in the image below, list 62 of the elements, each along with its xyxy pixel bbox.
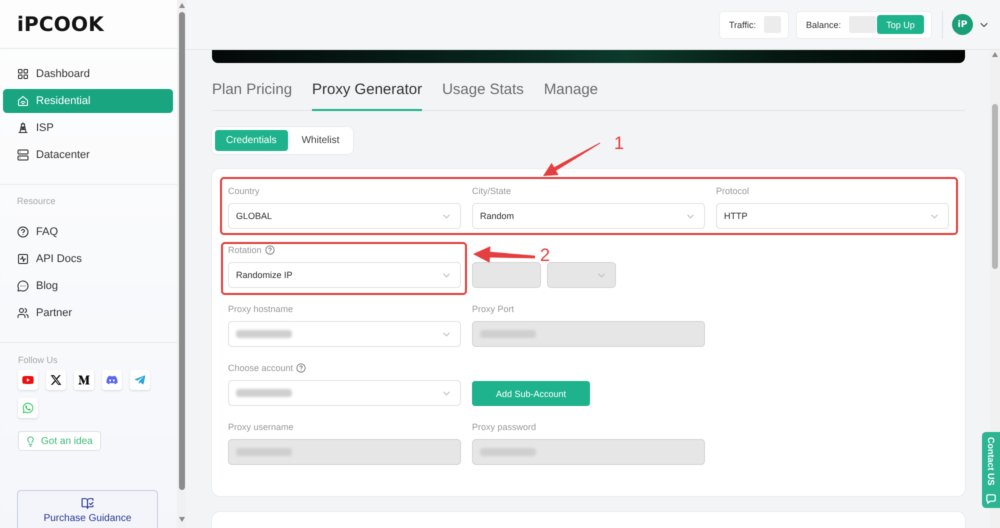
scroll-up-icon[interactable] xyxy=(992,52,998,57)
scroll-up-icon[interactable] xyxy=(178,3,184,8)
tab[interactable]: Usage Stats xyxy=(442,80,524,111)
balance-label: Balance: xyxy=(806,20,841,30)
tab[interactable]: Plan Pricing xyxy=(212,80,292,111)
tower-icon xyxy=(17,122,29,134)
grid-icon xyxy=(17,68,29,80)
scroll-down-icon[interactable] xyxy=(178,517,184,522)
field-label: Country xyxy=(228,185,260,197)
field-label: City/State xyxy=(472,185,512,197)
annotation-arrow xyxy=(473,246,535,263)
mode-tab[interactable]: Whitelist xyxy=(290,130,350,151)
field-label: Rotation xyxy=(228,244,262,256)
select-field[interactable]: HTTP xyxy=(716,203,949,229)
section-heading: Follow Us xyxy=(18,354,59,366)
youtube-icon[interactable] xyxy=(18,370,38,390)
select-field[interactable] xyxy=(228,380,461,406)
lightbulb-icon xyxy=(25,436,36,446)
blurred-value xyxy=(849,16,876,33)
help-icon[interactable] xyxy=(264,245,275,255)
chat-icon xyxy=(986,494,996,504)
select-field[interactable]: Random xyxy=(472,203,705,229)
users-icon xyxy=(17,307,29,319)
scrollbar-thumb[interactable] xyxy=(178,12,184,490)
nav-item[interactable]: Partner xyxy=(3,301,173,325)
select-field[interactable]: Randomize IP xyxy=(228,262,461,288)
field-label: Proxy username xyxy=(228,421,294,433)
x-icon[interactable] xyxy=(46,370,66,390)
help-icon[interactable] xyxy=(296,363,306,373)
scrollbar-thumb[interactable] xyxy=(992,104,998,269)
tab[interactable]: Proxy Generator xyxy=(312,80,422,111)
field-label: Choose account xyxy=(228,362,294,374)
field-label: Proxy Port xyxy=(472,303,514,315)
field-label: Protocol xyxy=(716,185,750,197)
nav-item[interactable]: Blog xyxy=(3,274,173,298)
discord-icon[interactable] xyxy=(102,370,122,390)
help-icon xyxy=(17,226,29,238)
select-field[interactable]: GLOBAL xyxy=(228,203,461,229)
nav-item[interactable]: Dashboard xyxy=(3,62,173,86)
section-heading: Resource xyxy=(16,195,57,207)
pulse-square-icon xyxy=(17,253,29,265)
nav-item[interactable]: API Docs xyxy=(3,247,173,271)
field-label: Proxy password xyxy=(472,421,536,433)
server-icon xyxy=(17,149,29,161)
medium-icon[interactable] xyxy=(74,370,94,390)
nav-item[interactable]: ISP xyxy=(3,116,173,140)
purchase-guidance-button[interactable]: Purchase Guidance xyxy=(17,490,158,528)
traffic-label: Traffic: xyxy=(728,20,756,30)
annotation-number: 1 xyxy=(614,134,624,152)
chat-bubble-icon xyxy=(17,280,29,292)
whatsapp-icon[interactable] xyxy=(18,398,38,418)
logo[interactable]: iPCOOK xyxy=(17,12,104,36)
tab[interactable]: Manage xyxy=(544,80,598,111)
book-check-icon xyxy=(81,497,94,510)
field-label: Proxy hostname xyxy=(228,303,294,315)
nav-item[interactable]: FAQ xyxy=(3,220,173,244)
house-icon xyxy=(17,95,29,107)
telegram-icon[interactable] xyxy=(130,370,150,390)
select-field[interactable] xyxy=(228,321,461,347)
annotation-arrow xyxy=(543,142,600,176)
annotation-number: 2 xyxy=(540,246,550,264)
nav-item[interactable]: Datacenter xyxy=(3,143,173,167)
